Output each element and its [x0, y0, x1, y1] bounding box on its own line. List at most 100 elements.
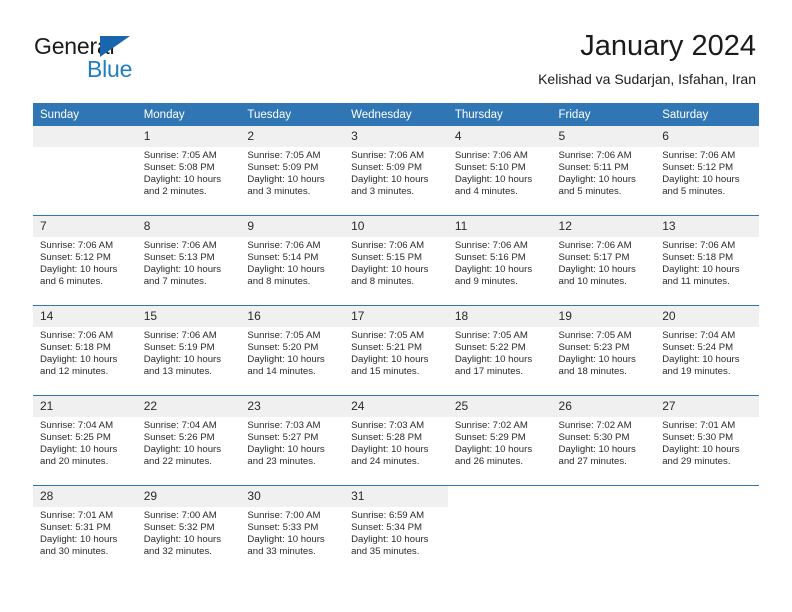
calendar-day-cell[interactable]: 5 Sunrise: 7:06 AM Sunset: 5:11 PM Daylight…: [551, 126, 656, 216]
sunrise-text: Sunrise: 7:06 AM: [351, 150, 425, 161]
calendar-day-cell[interactable]: 1 Sunrise: 7:05 AM Sunset: 5:08 PM Daylight…: [136, 126, 241, 216]
calendar-day-cell[interactable]: 18 Sunrise: 7:05 AM Sunset: 5:22 PM Dayligh…: [447, 305, 552, 396]
weekday-header-monday: Monday: [136, 103, 241, 126]
calendar-day-cell[interactable]: 14 Sunrise: 7:06 AM Sunset: 5:18 PM Dayligh…: [33, 305, 137, 396]
sunrise-text: Sunrise: 7:05 AM: [247, 330, 321, 341]
day-number: 15: [136, 306, 241, 327]
calendar-day-cell[interactable]: 16 Sunrise: 7:05 AM Sunset: 5:20 PM Dayligh…: [240, 305, 345, 396]
daylight-text: Daylight: 10 hours and 14 minutes.: [247, 354, 325, 378]
day-number: 10: [344, 216, 448, 237]
daylight-text: Daylight: 10 hours and 13 minutes.: [143, 354, 222, 378]
day-sun-info: Sunrise: 7:05 AM Sunset: 5:21 PM Daylight:…: [344, 327, 448, 378]
daylight-text: Daylight: 10 hours and 2 minutes.: [143, 174, 222, 198]
day-number: 3: [344, 126, 448, 147]
sunrise-text: Sunrise: 7:06 AM: [40, 240, 114, 251]
sunset-text: Sunset: 5:28 PM: [351, 432, 423, 444]
day-number: 25: [447, 396, 552, 417]
weekday-header-wednesday: Wednesday: [344, 103, 448, 126]
day-number: 31: [344, 486, 448, 507]
calendar-day-cell[interactable]: 19 Sunrise: 7:05 AM Sunset: 5:23 PM Dayligh…: [551, 305, 656, 396]
day-sun-info: Sunrise: 7:06 AM Sunset: 5:10 PM Daylight:…: [448, 147, 552, 198]
calendar-day-cell[interactable]: 27 Sunrise: 7:01 AM Sunset: 5:30 PM Dayligh…: [655, 395, 759, 486]
sunrise-text: Sunrise: 7:03 AM: [351, 420, 425, 431]
daylight-text: Daylight: 10 hours and 4 minutes.: [454, 174, 533, 198]
sunrise-text: Sunrise: 7:05 AM: [558, 330, 632, 341]
day-number: 23: [240, 396, 345, 417]
sunrise-text: Sunrise: 7:05 AM: [351, 330, 425, 341]
sunset-text: Sunset: 5:29 PM: [454, 432, 526, 444]
sunrise-text: Sunrise: 7:02 AM: [454, 420, 528, 431]
sunset-text: Sunset: 5:32 PM: [143, 522, 215, 534]
day-sun-info: Sunrise: 7:06 AM Sunset: 5:15 PM Daylight:…: [344, 237, 448, 288]
sunrise-text: Sunrise: 7:00 AM: [143, 510, 217, 521]
day-sun-info: Sunrise: 7:04 AM Sunset: 5:26 PM Daylight:…: [137, 417, 241, 468]
day-number: 20: [655, 306, 759, 327]
day-sun-info: Sunrise: 7:04 AM Sunset: 5:24 PM Daylight:…: [655, 327, 759, 378]
day-number: 22: [136, 396, 241, 417]
daylight-text: Daylight: 10 hours and 9 minutes.: [454, 264, 533, 288]
calendar-day-cell[interactable]: 23 Sunrise: 7:03 AM Sunset: 5:27 PM Dayligh…: [240, 395, 345, 486]
day-sun-info: Sunrise: 7:06 AM Sunset: 5:12 PM Daylight:…: [655, 147, 759, 198]
day-number: 6: [655, 126, 759, 147]
calendar-day-cell[interactable]: 24 Sunrise: 7:03 AM Sunset: 5:28 PM Dayligh…: [344, 395, 448, 486]
calendar-day-cell[interactable]: 11 Sunrise: 7:06 AM Sunset: 5:16 PM Dayligh…: [447, 215, 552, 306]
calendar-day-cell[interactable]: 26 Sunrise: 7:02 AM Sunset: 5:30 PM Dayligh…: [551, 395, 656, 486]
daylight-text: Daylight: 10 hours and 17 minutes.: [454, 354, 533, 378]
calendar-day-cell[interactable]: 13 Sunrise: 7:06 AM Sunset: 5:18 PM Dayligh…: [655, 215, 759, 306]
calendar-day-cell[interactable]: 28 Sunrise: 7:01 AM Sunset: 5:31 PM Dayligh…: [33, 485, 137, 575]
day-sun-info: Sunrise: 7:03 AM Sunset: 5:28 PM Daylight:…: [344, 417, 448, 468]
calendar-day-cell[interactable]: 12 Sunrise: 7:06 AM Sunset: 5:17 PM Dayligh…: [551, 215, 656, 306]
calendar-day-cell[interactable]: 4 Sunrise: 7:06 AM Sunset: 5:10 PM Daylight…: [447, 126, 552, 216]
day-sun-info: Sunrise: 7:01 AM Sunset: 5:30 PM Daylight:…: [655, 417, 759, 468]
calendar-day-cell[interactable]: 21 Sunrise: 7:04 AM Sunset: 5:25 PM Dayligh…: [33, 395, 137, 486]
sunrise-text: Sunrise: 7:06 AM: [40, 330, 114, 341]
daylight-text: Daylight: 10 hours and 23 minutes.: [247, 444, 325, 468]
calendar-day-cell[interactable]: 15 Sunrise: 7:06 AM Sunset: 5:19 PM Dayligh…: [136, 305, 241, 396]
calendar-day-cell[interactable]: 3 Sunrise: 7:06 AM Sunset: 5:09 PM Daylight…: [344, 126, 448, 216]
day-sun-info: Sunrise: 7:05 AM Sunset: 5:09 PM Daylight:…: [240, 147, 344, 198]
sunset-text: Sunset: 5:15 PM: [351, 252, 423, 264]
calendar-day-cell[interactable]: 31 Sunrise: 6:59 AM Sunset: 5:34 PM Dayligh…: [344, 485, 448, 575]
calendar-day-cell[interactable]: 25 Sunrise: 7:02 AM Sunset: 5:29 PM Dayligh…: [447, 395, 552, 486]
sunrise-text: Sunrise: 7:04 AM: [40, 420, 114, 431]
day-number: 11: [447, 216, 552, 237]
day-sun-info: Sunrise: 7:06 AM Sunset: 5:16 PM Daylight:…: [448, 237, 552, 288]
title-block: January 2024 Kelishad va Sudarjan, Isfah…: [538, 28, 756, 88]
daylight-text: Daylight: 10 hours and 33 minutes.: [247, 534, 325, 558]
sunset-text: Sunset: 5:16 PM: [454, 252, 526, 264]
day-number: 12: [551, 216, 656, 237]
sunset-text: Sunset: 5:23 PM: [558, 342, 630, 354]
sunset-text: Sunset: 5:30 PM: [662, 432, 734, 444]
calendar-day-cell[interactable]: 9 Sunrise: 7:06 AM Sunset: 5:14 PM Daylight…: [240, 215, 345, 306]
weekday-header-tuesday: Tuesday: [240, 103, 345, 126]
sunset-text: Sunset: 5:18 PM: [40, 342, 111, 354]
calendar-day-cell[interactable]: 10 Sunrise: 7:06 AM Sunset: 5:15 PM Dayligh…: [344, 215, 448, 306]
daylight-text: Daylight: 10 hours and 8 minutes.: [247, 264, 325, 288]
sunset-text: Sunset: 5:09 PM: [351, 162, 423, 174]
calendar-day-cell[interactable]: 2 Sunrise: 7:05 AM Sunset: 5:09 PM Daylight…: [240, 126, 345, 216]
daylight-text: Daylight: 10 hours and 18 minutes.: [558, 354, 636, 378]
sunrise-text: Sunrise: 7:06 AM: [662, 150, 736, 161]
sunset-text: Sunset: 5:11 PM: [558, 162, 629, 174]
day-number: 7: [33, 216, 137, 237]
sunrise-text: Sunrise: 7:04 AM: [662, 330, 736, 341]
sunrise-text: Sunrise: 7:06 AM: [662, 240, 736, 251]
calendar-day-cell[interactable]: 6 Sunrise: 7:06 AM Sunset: 5:12 PM Daylight…: [655, 126, 759, 216]
sunrise-text: Sunrise: 7:00 AM: [247, 510, 321, 521]
sunset-text: Sunset: 5:12 PM: [662, 162, 734, 174]
day-sun-info: Sunrise: 7:00 AM Sunset: 5:32 PM Daylight:…: [137, 507, 241, 558]
calendar-day-cell[interactable]: 7 Sunrise: 7:06 AM Sunset: 5:12 PM Daylight…: [33, 215, 137, 306]
calendar-day-cell[interactable]: 20 Sunrise: 7:04 AM Sunset: 5:24 PM Dayligh…: [655, 305, 759, 396]
sunset-text: Sunset: 5:09 PM: [247, 162, 319, 174]
day-number: 8: [136, 216, 241, 237]
calendar-day-cell[interactable]: 29 Sunrise: 7:00 AM Sunset: 5:32 PM Dayligh…: [136, 485, 241, 575]
sunset-text: Sunset: 5:22 PM: [454, 342, 526, 354]
calendar-day-cell[interactable]: 8 Sunrise: 7:06 AM Sunset: 5:13 PM Daylight…: [136, 215, 241, 306]
day-number: [33, 126, 137, 147]
calendar-day-cell[interactable]: 17 Sunrise: 7:05 AM Sunset: 5:21 PM Dayligh…: [344, 305, 448, 396]
sunset-text: Sunset: 5:25 PM: [40, 432, 111, 444]
calendar-day-cell[interactable]: 30 Sunrise: 7:00 AM Sunset: 5:33 PM Dayligh…: [240, 485, 345, 575]
calendar-day-cell[interactable]: 22 Sunrise: 7:04 AM Sunset: 5:26 PM Dayligh…: [136, 395, 241, 486]
sunrise-text: Sunrise: 7:05 AM: [247, 150, 321, 161]
sunrise-text: Sunrise: 7:02 AM: [558, 420, 632, 431]
